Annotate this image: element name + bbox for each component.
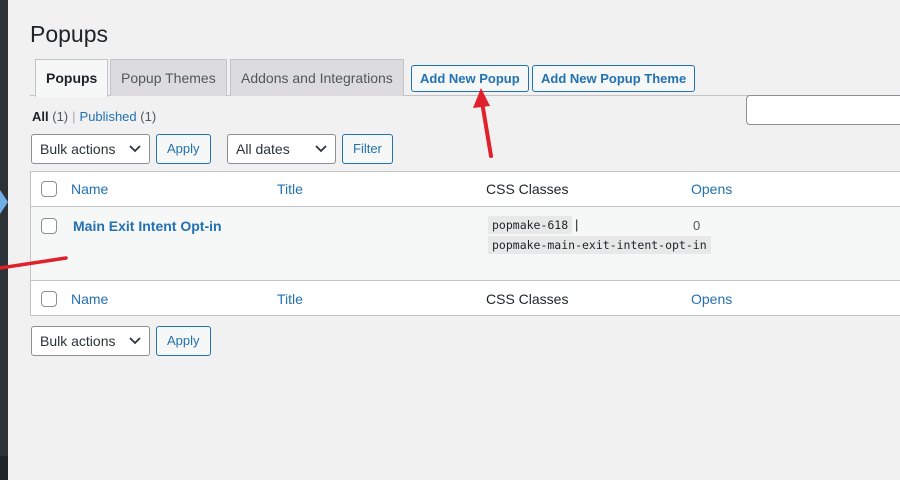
red-line-annotation <box>0 256 68 270</box>
red-arrow-icon <box>473 88 493 158</box>
annotation-arrows <box>0 88 493 270</box>
